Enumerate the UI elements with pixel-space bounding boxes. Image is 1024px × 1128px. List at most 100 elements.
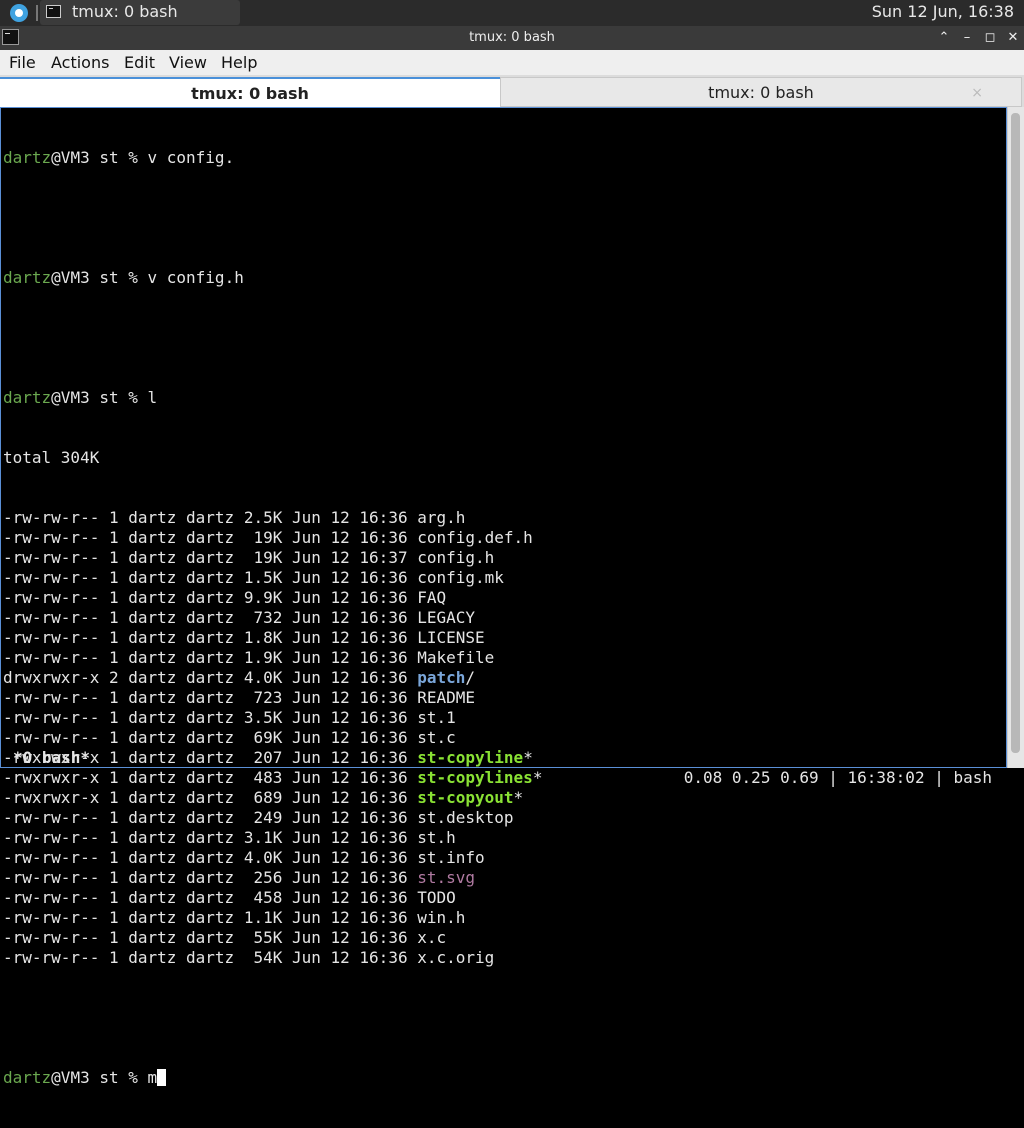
listing-filename: x.c.orig: [417, 948, 495, 967]
prompt-command: l: [147, 388, 158, 407]
tmux-status-bar: *0 bash* 0.08 0.25 0.69 | 16:38:02 | bas…: [1, 728, 1006, 787]
listing-filename: st.info: [417, 848, 485, 867]
listing-row: -rw-rw-r-- 1 dartz dartz 4.0K Jun 12 16:…: [3, 848, 542, 868]
tab-label: tmux: 0 bash: [708, 83, 814, 102]
listing-row: -rw-rw-r-- 1 dartz dartz 249 Jun 12 16:3…: [3, 808, 542, 828]
prompt-user: dartz: [3, 148, 52, 167]
listing-row: -rw-rw-r-- 1 dartz dartz 2.5K Jun 12 16:…: [3, 508, 542, 528]
listing-filename: st.desktop: [417, 808, 514, 827]
listing-filename: README: [417, 688, 476, 707]
minimize-button[interactable]: –: [957, 28, 977, 48]
listing-meta: -rw-rw-r-- 1 dartz dartz 9.9K Jun 12 16:…: [3, 588, 418, 607]
listing-row: -rwxrwxr-x 1 dartz dartz 689 Jun 12 16:3…: [3, 788, 542, 808]
listing-filename: st-copylines: [417, 768, 533, 787]
tab-close-icon[interactable]: ×: [971, 78, 983, 108]
listing-row: -rw-rw-r-- 1 dartz dartz 732 Jun 12 16:3…: [3, 608, 542, 628]
listing-filename: config.h: [417, 548, 495, 567]
listing-row: -rw-rw-r-- 1 dartz dartz 256 Jun 12 16:3…: [3, 868, 542, 888]
current-input: m: [147, 1068, 158, 1087]
scrollbar-thumb[interactable]: [1011, 113, 1020, 753]
listing-filename: LICENSE: [417, 628, 485, 647]
listing-row: -rw-rw-r-- 1 dartz dartz 723 Jun 12 16:3…: [3, 688, 542, 708]
listing-meta: -rw-rw-r-- 1 dartz dartz 3.1K Jun 12 16:…: [3, 828, 418, 847]
terminal-icon: [46, 5, 61, 18]
prompt-host: @VM3 st %: [51, 388, 148, 407]
prompt-host: @VM3 st %: [51, 1068, 148, 1087]
listing-meta: -rw-rw-r-- 1 dartz dartz 54K Jun 12 16:3…: [3, 948, 418, 967]
listing-meta: -rw-rw-r-- 1 dartz dartz 4.0K Jun 12 16:…: [3, 848, 418, 867]
listing-row: -rwxrwxr-x 1 dartz dartz 483 Jun 12 16:3…: [3, 768, 542, 788]
listing-row: -rw-rw-r-- 1 dartz dartz 19K Jun 12 16:3…: [3, 548, 542, 568]
listing-row: -rw-rw-r-- 1 dartz dartz 1.1K Jun 12 16:…: [3, 908, 542, 928]
close-button[interactable]: ✕: [1003, 28, 1023, 48]
listing-filename: LEGACY: [417, 608, 476, 627]
listing-meta: -rw-rw-r-- 1 dartz dartz 458 Jun 12 16:3…: [3, 888, 418, 907]
terminal-output: dartz@VM3 st % v config. dartz@VM3 st % …: [3, 108, 542, 1128]
tmux-status-right: 0.08 0.25 0.69 | 16:38:02 | bash: [683, 768, 992, 787]
tab-label: tmux: 0 bash: [191, 84, 309, 103]
listing-meta: -rw-rw-r-- 1 dartz dartz 2.5K Jun 12 16:…: [3, 508, 418, 527]
tab-bar: tmux: 0 bash tmux: 0 bash ×: [0, 75, 1024, 107]
panel-separator: [36, 5, 38, 21]
listing-meta: -rw-rw-r-- 1 dartz dartz 249 Jun 12 16:3…: [3, 808, 418, 827]
listing-meta: -rw-rw-r-- 1 dartz dartz 55K Jun 12 16:3…: [3, 928, 418, 947]
listing-filename: st.1: [417, 708, 456, 727]
listing-meta: -rw-rw-r-- 1 dartz dartz 3.5K Jun 12 16:…: [3, 708, 418, 727]
listing-filename: arg.h: [417, 508, 466, 527]
listing-filename: config.mk: [417, 568, 504, 587]
prompt-user: dartz: [3, 268, 52, 287]
listing-meta: -rwxrwxr-x 1 dartz dartz 483 Jun 12 16:3…: [3, 768, 418, 787]
window-titlebar[interactable]: tmux: 0 bash ⌃ – ◻ ✕: [0, 26, 1024, 51]
text-cursor: [157, 1069, 167, 1086]
prompt-line: dartz@VM3 st % v config.: [3, 148, 542, 168]
listing-filename: x.c: [417, 928, 447, 947]
maximize-button[interactable]: ◻: [980, 28, 1000, 48]
menu-edit[interactable]: Edit: [124, 53, 155, 72]
listing-total: total 304K: [3, 448, 100, 467]
listing-filename: patch: [417, 668, 466, 687]
menu-file[interactable]: File: [9, 53, 36, 72]
listing-meta: -rwxrwxr-x 1 dartz dartz 689 Jun 12 16:3…: [3, 788, 418, 807]
window-title: tmux: 0 bash: [469, 30, 555, 45]
prompt-user: dartz: [3, 388, 52, 407]
listing-meta: -rw-rw-r-- 1 dartz dartz 732 Jun 12 16:3…: [3, 608, 418, 627]
listing-meta: -rw-rw-r-- 1 dartz dartz 19K Jun 12 16:3…: [3, 528, 418, 547]
menu-view[interactable]: View: [169, 53, 207, 72]
menu-actions[interactable]: Actions: [51, 53, 109, 72]
terminal-scrollbar[interactable]: [1007, 107, 1024, 768]
prompt-line-current: dartz@VM3 st % m: [3, 1068, 542, 1088]
listing-row: -rw-rw-r-- 1 dartz dartz 3.1K Jun 12 16:…: [3, 828, 542, 848]
tab-terminal-2[interactable]: tmux: 0 bash ×: [500, 77, 1022, 107]
terminal-view[interactable]: dartz@VM3 st % v config. dartz@VM3 st % …: [0, 107, 1007, 1087]
listing-meta: -rw-rw-r-- 1 dartz dartz 1.5K Jun 12 16:…: [3, 568, 418, 587]
prompt-line: dartz@VM3 st % l: [3, 388, 542, 408]
panel-clock[interactable]: Sun 12 Jun, 16:38: [872, 2, 1014, 21]
listing-filename: st-copyline: [417, 748, 524, 767]
prompt-user: dartz: [3, 1068, 52, 1087]
listing-filename: st-copyout: [417, 788, 514, 807]
listing-row: -rw-rw-r-- 1 dartz dartz 458 Jun 12 16:3…: [3, 888, 542, 908]
tab-terminal-1[interactable]: tmux: 0 bash: [0, 77, 500, 107]
prompt-command: v config.h: [147, 268, 244, 287]
listing-suffix: *: [523, 748, 533, 767]
listing-suffix: *: [532, 768, 543, 787]
prompt-host: @VM3 st %: [51, 148, 148, 167]
shade-button[interactable]: ⌃: [934, 28, 954, 48]
listing-filename: win.h: [417, 908, 466, 927]
listing-row: -rw-rw-r-- 1 dartz dartz 9.9K Jun 12 16:…: [3, 588, 542, 608]
listing-meta: -rw-rw-r-- 1 dartz dartz 1.8K Jun 12 16:…: [3, 628, 418, 647]
taskbar-button-terminal[interactable]: tmux: 0 bash: [40, 0, 240, 25]
tmux-window-label[interactable]: *0 bash*: [13, 748, 90, 768]
listing-filename: FAQ: [417, 588, 447, 607]
menu-help[interactable]: Help: [221, 53, 257, 72]
listing-row: -rw-rw-r-- 1 dartz dartz 3.5K Jun 12 16:…: [3, 708, 542, 728]
listing-row: -rw-rw-r-- 1 dartz dartz 1.8K Jun 12 16:…: [3, 628, 542, 648]
listing-row: drwxrwxr-x 2 dartz dartz 4.0K Jun 12 16:…: [3, 668, 542, 688]
app-launcher-icon[interactable]: [10, 4, 28, 22]
listing-meta: -rw-rw-r-- 1 dartz dartz 19K Jun 12 16:3…: [3, 548, 418, 567]
listing-row: -rw-rw-r-- 1 dartz dartz 19K Jun 12 16:3…: [3, 528, 542, 548]
listing-row: -rw-rw-r-- 1 dartz dartz 55K Jun 12 16:3…: [3, 928, 542, 948]
